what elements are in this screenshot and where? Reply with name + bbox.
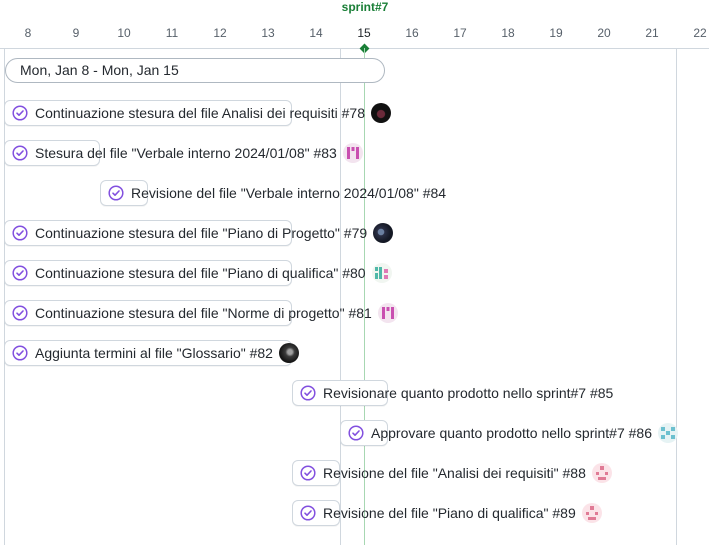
issue-title[interactable]: Continuazione stesura del file Analisi d… (35, 105, 365, 121)
timeline-row[interactable]: Continuazione stesura del file "Norme di… (4, 300, 398, 326)
issue-title[interactable]: Aggiunta termini al file "Glossario" #82 (35, 345, 273, 361)
avatar[interactable] (278, 343, 299, 363)
identicon-avatar[interactable] (657, 423, 678, 443)
day-label-today: 15 (357, 26, 371, 40)
day-label: 17 (453, 26, 467, 40)
issue-title[interactable]: Continuazione stesura del file "Piano di… (35, 225, 367, 241)
closed-issue-icon (12, 265, 28, 281)
closed-issue-icon (300, 385, 316, 401)
day-label: 21 (645, 26, 659, 40)
sprint-date-range[interactable]: Mon, Jan 8 - Mon, Jan 15 (5, 58, 385, 83)
closed-issue-icon (12, 305, 28, 321)
closed-issue-icon (108, 185, 124, 201)
timeline-row[interactable]: Continuazione stesura del file "Piano di… (4, 220, 394, 246)
issue-title[interactable]: Revisione del file "Piano di qualifica" … (323, 505, 576, 521)
closed-issue-icon (348, 425, 364, 441)
grid-line (676, 48, 677, 545)
timeline-row[interactable]: Continuazione stesura del file "Piano di… (4, 260, 392, 286)
day-label: 12 (213, 26, 227, 40)
issue-title[interactable]: Stesura del file "Verbale interno 2024/0… (35, 145, 337, 161)
timeline-row[interactable]: Revisione del file "Analisi dei requisit… (292, 460, 612, 486)
day-label: 11 (165, 26, 179, 40)
closed-issue-icon (12, 105, 28, 121)
issue-title[interactable]: Continuazione stesura del file "Piano di… (35, 265, 366, 281)
identicon-avatar[interactable] (371, 263, 392, 283)
day-label: 14 (309, 26, 323, 40)
day-label: 20 (597, 26, 611, 40)
day-label: 16 (405, 26, 419, 40)
closed-issue-icon (12, 145, 28, 161)
day-label: 9 (72, 26, 80, 40)
timeline-header: sprint#7 8 9 10 11 12 13 14 15 16 17 18 … (0, 0, 709, 49)
issue-title[interactable]: Approvare quanto prodotto nello sprint#7… (371, 425, 652, 441)
closed-issue-icon (300, 505, 316, 521)
closed-issue-icon (300, 465, 316, 481)
timeline-row[interactable]: Aggiunta termini al file "Glossario" #82 (4, 340, 299, 366)
avatar[interactable] (373, 223, 394, 243)
timeline-row[interactable]: Continuazione stesura del file Analisi d… (4, 100, 391, 126)
day-label: 8 (24, 26, 32, 40)
identicon-avatar[interactable] (377, 303, 398, 323)
closed-issue-icon (12, 225, 28, 241)
issue-title[interactable]: Continuazione stesura del file "Norme di… (35, 305, 372, 321)
timeline-row[interactable]: Revisionare quanto prodotto nello sprint… (292, 380, 613, 406)
closed-issue-icon (12, 345, 28, 361)
identicon-avatar[interactable] (342, 143, 363, 163)
avatar[interactable] (370, 103, 391, 123)
day-label: 22 (693, 26, 707, 40)
issue-title[interactable]: Revisione del file "Analisi dei requisit… (323, 465, 586, 481)
timeline-row[interactable]: Revisione del file "Verbale interno 2024… (100, 180, 446, 206)
timeline-row[interactable]: Revisione del file "Piano di qualifica" … (292, 500, 602, 526)
identicon-avatar[interactable] (591, 463, 612, 483)
timeline-row[interactable]: Approvare quanto prodotto nello sprint#7… (340, 420, 678, 446)
day-label: 18 (501, 26, 515, 40)
issue-title[interactable]: Revisionare quanto prodotto nello sprint… (323, 385, 613, 401)
timeline-row[interactable]: Stesura del file "Verbale interno 2024/0… (4, 140, 363, 166)
issue-title[interactable]: Revisione del file "Verbale interno 2024… (131, 185, 446, 201)
sprint-label[interactable]: sprint#7 (341, 0, 389, 14)
day-label: 13 (261, 26, 275, 40)
day-label: 19 (549, 26, 563, 40)
identicon-avatar[interactable] (581, 503, 602, 523)
day-label: 10 (117, 26, 131, 40)
